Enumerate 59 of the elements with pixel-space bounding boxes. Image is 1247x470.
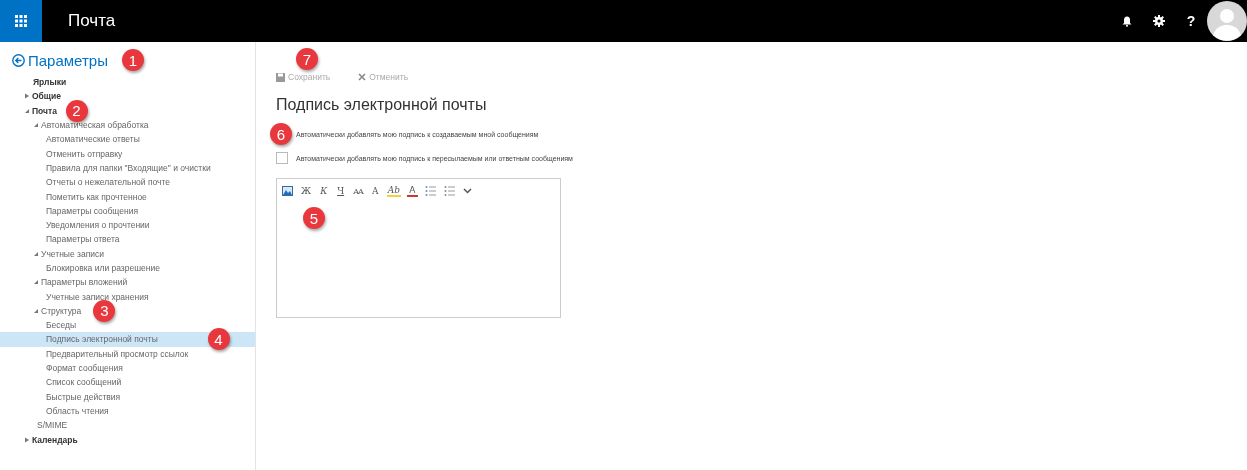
checkbox[interactable]	[276, 152, 288, 164]
expanded-arrow-icon	[33, 307, 39, 314]
back-arrow-icon	[12, 54, 25, 67]
insert-image-icon[interactable]	[281, 184, 294, 198]
step-badge: 6	[270, 123, 292, 145]
size-format-button[interactable]: AA	[352, 184, 364, 198]
tree-item[interactable]: Структура	[0, 303, 84, 319]
avatar-icon[interactable]	[1207, 1, 1247, 41]
tree-item[interactable]: Формат сообщения	[0, 360, 125, 376]
expanded-arrow-icon	[24, 107, 30, 114]
color-format-button[interactable]: A	[406, 185, 418, 197]
help-button[interactable]: ?	[1175, 0, 1207, 42]
tree-item[interactable]: S/MIME	[0, 418, 70, 433]
tree-item[interactable]: Учетные записи	[0, 246, 107, 261]
tree-item[interactable]: Правила для папки "Входящие" и очистки	[0, 160, 213, 176]
grow-format-button[interactable]: A	[369, 184, 381, 198]
tree-item[interactable]: Ярлыки	[0, 75, 69, 90]
gear-icon	[1153, 15, 1165, 27]
tree-item[interactable]: Предварительный просмотр ссылок	[0, 346, 191, 361]
highlight-format-button[interactable]: Ab	[386, 185, 401, 197]
tree-item[interactable]: Параметры сообщения	[0, 203, 140, 218]
tree-item[interactable]: Отчеты о нежелательной почте	[0, 175, 173, 190]
expanded-arrow-icon	[33, 279, 39, 286]
bulleted-list-icon[interactable]	[423, 184, 437, 198]
tree-item[interactable]: Область чтения	[0, 403, 111, 419]
step-badge: 2	[65, 99, 88, 122]
underline-format-button[interactable]: Ч	[335, 184, 347, 198]
expanded-arrow-icon	[33, 122, 39, 129]
step-badge: 1	[121, 49, 144, 71]
bell-icon	[1122, 15, 1132, 27]
tree-item[interactable]: Пометить как прочтенное	[0, 189, 149, 204]
bold-format-button[interactable]: Ж	[300, 184, 313, 198]
expanded-arrow-icon	[33, 250, 39, 257]
tree-item[interactable]: Параметры ответа	[0, 232, 122, 247]
app-launcher-button[interactable]	[0, 0, 42, 42]
tree-item[interactable]: Блокировка или разрешение	[0, 260, 162, 276]
tree-item[interactable]: Календарь	[0, 432, 80, 447]
grid-icon	[15, 15, 27, 27]
page-title: Подпись электронной почты	[276, 96, 488, 114]
step-badge: 4	[207, 328, 230, 351]
tree-item[interactable]: Отменить отправку	[0, 146, 125, 161]
tree-item[interactable]: Параметры вложений	[0, 275, 130, 290]
step-badge: 5	[303, 207, 325, 229]
tree-item[interactable]: Беседы	[0, 318, 79, 333]
tree-item[interactable]: Автоматические ответы	[0, 132, 142, 147]
numbered-list-icon[interactable]	[442, 184, 456, 198]
close-icon	[358, 73, 367, 81]
tree-item[interactable]: Список сообщений	[0, 375, 124, 390]
tree-item[interactable]: Уведомления о прочтении	[0, 217, 152, 233]
collapsed-arrow-icon	[24, 93, 30, 100]
tree-item[interactable]: Почта	[0, 103, 59, 118]
tree-item[interactable]: Общие	[0, 89, 63, 104]
collapsed-arrow-icon	[24, 436, 30, 443]
signature-editor[interactable]: Ж К Ч AA A Ab A 5	[276, 178, 561, 318]
step-badge: 7	[296, 48, 318, 70]
app-title: Почта	[68, 11, 116, 31]
tree-item[interactable]: Быстрые действия	[0, 389, 123, 404]
italic-format-button[interactable]: К	[318, 184, 330, 198]
step-badge: 3	[93, 299, 116, 322]
